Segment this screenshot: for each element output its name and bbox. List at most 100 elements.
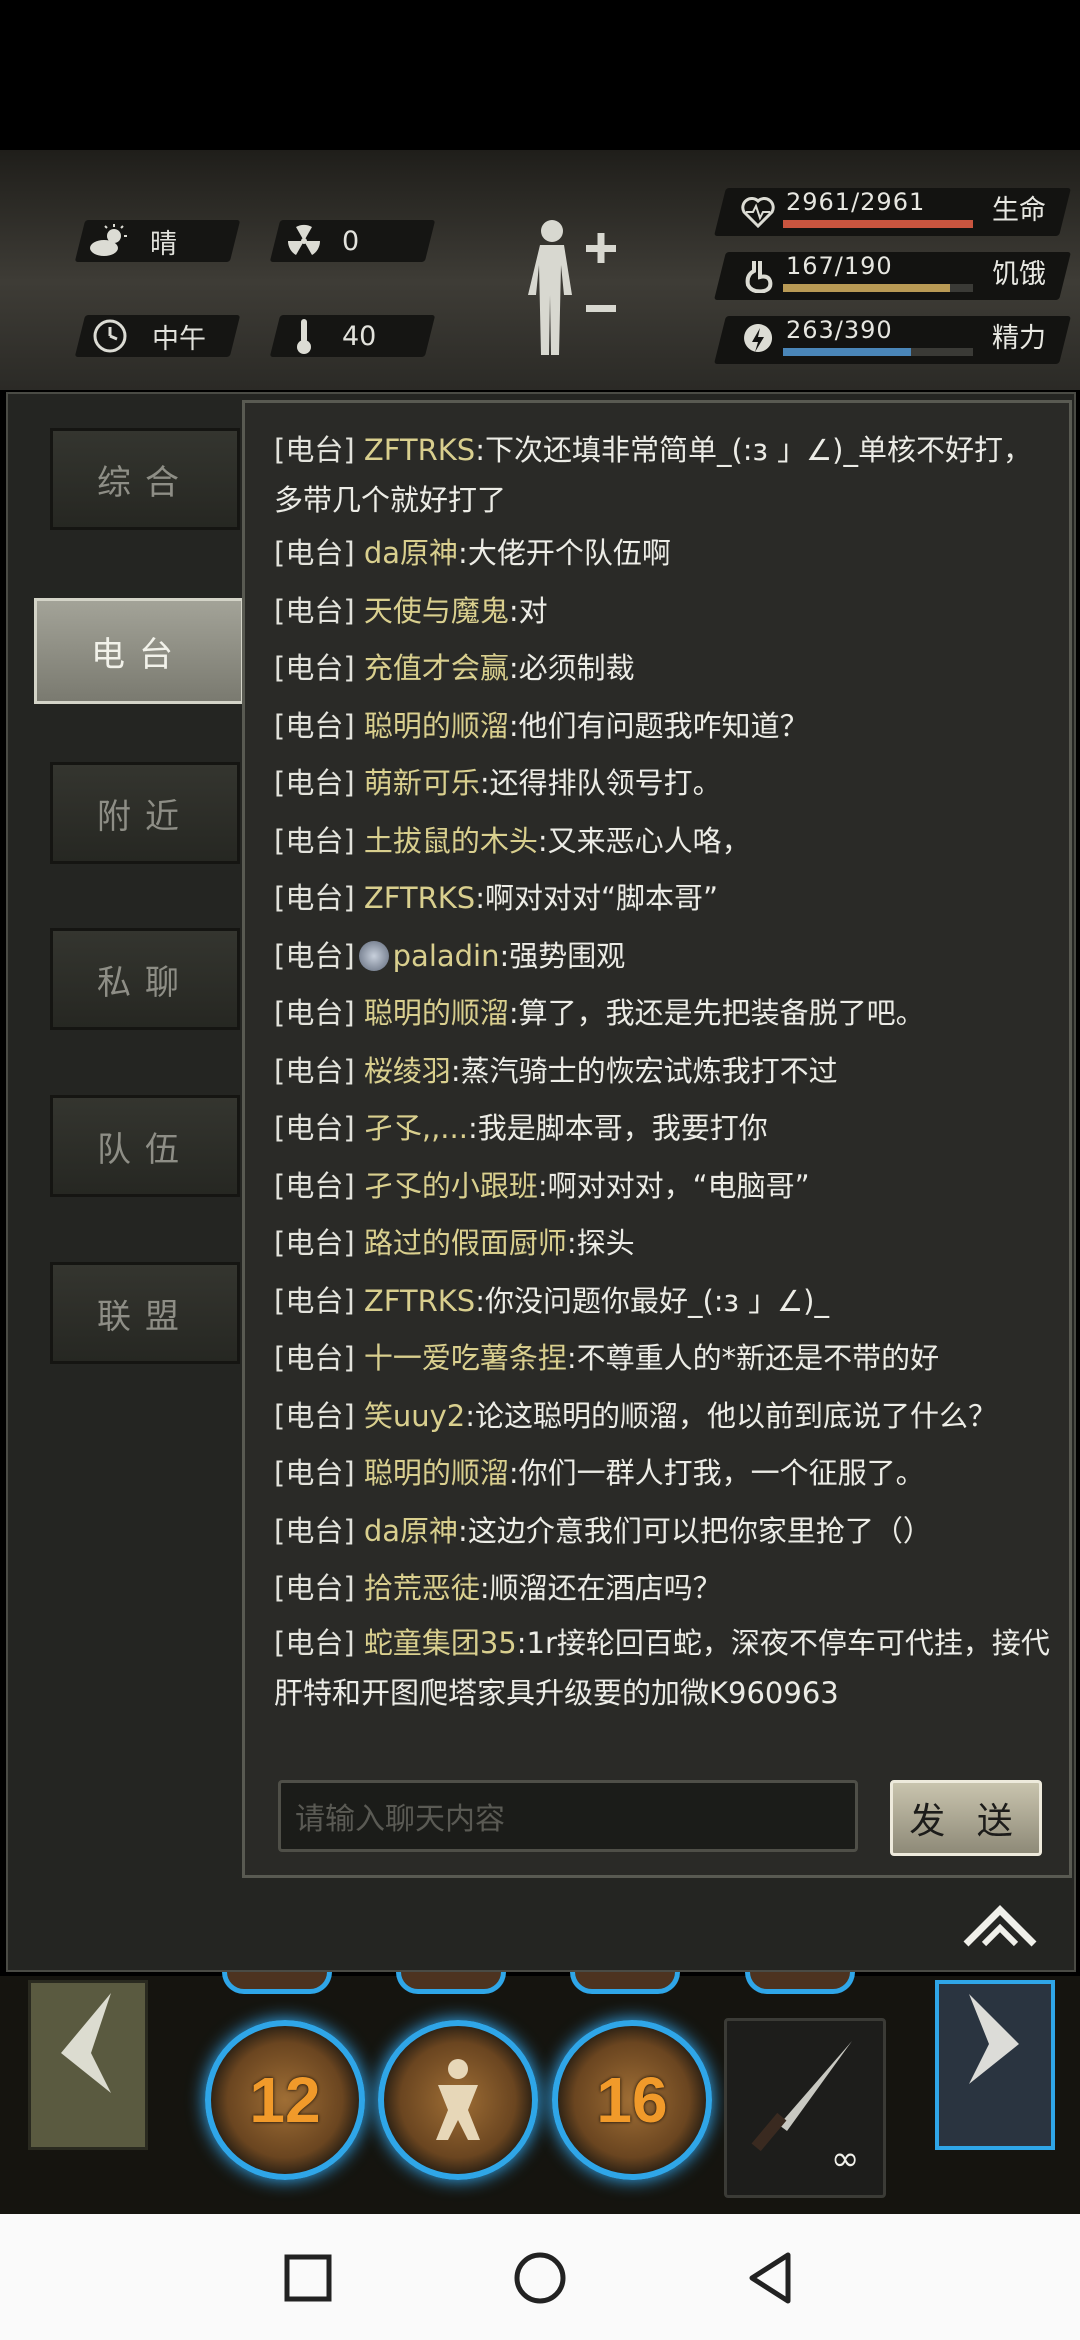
tab-team[interactable]: 队伍 xyxy=(50,1095,240,1197)
chat-sender[interactable]: 聪明的顺溜 xyxy=(364,996,509,1030)
chat-sender[interactable]: da原神 xyxy=(364,536,458,570)
chevron-up-icon xyxy=(963,1905,1037,1947)
chat-sender[interactable]: 充值才会赢 xyxy=(364,651,509,685)
skill-count: 16 xyxy=(596,2064,668,2136)
chat-sender[interactable]: da原神 xyxy=(364,1514,458,1548)
chat-message: [电台] 土拔鼠的木头:又来恶心人咯， xyxy=(274,823,751,858)
radiation-icon xyxy=(284,221,324,261)
tab-nearby[interactable]: 附近 xyxy=(50,762,240,864)
tab-general[interactable]: 综合 xyxy=(50,428,240,530)
skill-run-button[interactable]: 12 xyxy=(205,2020,365,2180)
energy-icon xyxy=(738,320,778,360)
chat-message: [电台] 充值才会赢:必须制裁 xyxy=(274,651,635,685)
triangle-back-icon xyxy=(749,2252,791,2304)
arrow-right-icon xyxy=(969,1994,1019,2084)
skill-slot-partial xyxy=(570,1972,680,1994)
hud: 晴 0 中午 40 2961/2961 生命 167/190 饥饿 263/39… xyxy=(0,150,1080,390)
collapse-button[interactable] xyxy=(960,1900,1040,1950)
health-bar xyxy=(783,220,973,228)
chat-sender[interactable]: 孑孓的小跟班 xyxy=(364,1169,538,1203)
chat-sender[interactable]: ZFTRKS xyxy=(364,881,475,915)
prev-page-button[interactable] xyxy=(28,1980,148,2150)
chat-sender[interactable]: 桜绫羽 xyxy=(364,1054,451,1088)
radiation-value: 0 xyxy=(342,225,360,257)
clock-icon xyxy=(90,316,130,356)
chat-sender[interactable]: 笑uuy2 xyxy=(364,1399,465,1433)
hunger-value: 167/190 xyxy=(786,252,893,280)
vital-hunger: 167/190 饥饿 xyxy=(714,252,1071,302)
chat-sender[interactable]: 聪明的顺溜 xyxy=(364,709,509,743)
body-figure-icon xyxy=(528,220,616,355)
hunger-bar xyxy=(783,284,973,292)
chat-message: [电台] da原神:这边介意我们可以把你家里抢了（） xyxy=(274,1513,932,1548)
chat-message: [电台] 天使与魔鬼:对 xyxy=(274,593,548,628)
chat-message: [电台] paladin:强势围观 xyxy=(274,938,626,973)
chat-message: [电台] 孑孓的小跟班:啊对对对，“电脑哥” xyxy=(274,1168,810,1203)
chat-input-placeholder: 请输入聊天内容 xyxy=(295,1802,505,1837)
chat-message: [电台] 十一爱吃薯条捏:不尊重人的*新还是不带的好 xyxy=(274,1341,940,1375)
chat-message-list: [电台] ZFTRKS:下次还填非常简单_(:з 」∠)_单核不好打，多带几个就… xyxy=(274,425,1054,1718)
skill-slot-partial xyxy=(745,1972,855,1994)
chat-message: [电台] 聪明的顺溜:算了，我还是先把装备脱了吧。 xyxy=(274,996,925,1030)
weapon-durability: ∞ xyxy=(831,2139,860,2179)
skill-fight-button[interactable] xyxy=(378,2020,538,2180)
skill-fight-icon xyxy=(436,2059,480,2140)
chat-sender[interactable]: 萌新可乐 xyxy=(364,766,480,800)
temperature-value: 40 xyxy=(342,320,377,352)
chat-message: [电台] ZFTRKS:下次还填非常简单_(:з 」∠)_单核不好打，多带几个就… xyxy=(274,433,1032,517)
chat-input[interactable]: 请输入聊天内容 xyxy=(278,1780,858,1852)
tab-private[interactable]: 私聊 xyxy=(50,928,240,1030)
vip-badge-icon xyxy=(358,940,389,971)
skill-slot-partial xyxy=(222,1972,332,1994)
arrow-left-icon xyxy=(61,1993,111,2093)
chat-message: [电台] 笑uuy2:论这聪明的顺溜，他以前到底说了什么？ xyxy=(274,1398,998,1433)
chat-sender[interactable]: 聪明的顺溜 xyxy=(364,1456,509,1490)
chat-sender[interactable]: 天使与魔鬼 xyxy=(364,594,509,628)
weapon-slot[interactable]: ∞ xyxy=(724,2018,886,2198)
vital-health: 2961/2961 生命 xyxy=(714,188,1071,238)
weather-text: 晴 xyxy=(150,228,177,260)
chat-message: [电台] 路过的假面厨师:探头 xyxy=(274,1226,635,1260)
chat-sender[interactable]: 路过的假面厨师 xyxy=(364,1226,567,1260)
energy-bar xyxy=(783,348,973,356)
chat-message: [电台] 桜绫羽:蒸汽骑士的恢宏试炼我打不过 xyxy=(274,1053,838,1088)
energy-label: 精力 xyxy=(992,323,1046,354)
square-icon xyxy=(284,2254,332,2302)
home-button[interactable] xyxy=(510,2248,570,2308)
chat-sender[interactable]: ZFTRKS xyxy=(364,433,475,467)
chat-sender[interactable]: 十一爱吃薯条捏 xyxy=(364,1341,567,1375)
next-page-button[interactable] xyxy=(935,1980,1055,2150)
thermometer-icon xyxy=(284,316,324,356)
weather-sunny-icon xyxy=(88,221,128,261)
chat-message: [电台] 蛇童集团35:1r接轮回百蛇，深夜不停车可代挂，接代肝特和开图爬塔家具… xyxy=(274,1625,1050,1710)
tab-alliance[interactable]: 联盟 xyxy=(50,1262,240,1364)
chat-sender[interactable]: 土拔鼠的木头 xyxy=(364,824,538,858)
send-button[interactable]: 发 送 xyxy=(890,1780,1042,1856)
energy-value: 263/390 xyxy=(786,316,893,344)
stomach-icon xyxy=(738,256,778,296)
chat-message: [电台] da原神:大佬开个队伍啊 xyxy=(274,536,671,570)
vital-energy: 263/390 精力 xyxy=(714,316,1071,366)
status-bar xyxy=(0,0,1080,150)
chat-message: [电台] 聪明的顺溜:他们有问题我咋知道？ xyxy=(274,708,809,743)
skill-heal-button[interactable]: 16 xyxy=(552,2020,712,2180)
recent-apps-button[interactable] xyxy=(278,2248,338,2308)
chat-sender[interactable]: 蛇童集团35 xyxy=(364,1626,517,1660)
health-value: 2961/2961 xyxy=(786,188,926,216)
health-label: 生命 xyxy=(992,195,1046,226)
skill-slot-partial xyxy=(396,1972,506,1994)
chat-sender[interactable]: ZFTRKS xyxy=(364,1284,475,1318)
chat-sender[interactable]: 拾荒恶徒 xyxy=(364,1571,480,1605)
tab-radio[interactable]: 电台 xyxy=(34,598,244,704)
machete-icon xyxy=(751,2041,852,2152)
circle-icon xyxy=(514,2252,566,2304)
body-status-button[interactable] xyxy=(520,215,630,365)
chat-message: [电台] 拾荒恶徒:顺溜还在酒店吗？ xyxy=(274,1571,722,1605)
chat-message: [电台] 萌新可乐:还得排队领号打。 xyxy=(274,766,722,800)
chat-sender[interactable]: 孑孓,,... xyxy=(364,1111,468,1145)
hunger-label: 饥饿 xyxy=(992,259,1046,290)
chat-sender[interactable]: paladin xyxy=(393,939,500,973)
skill-count: 12 xyxy=(249,2064,321,2136)
action-bar xyxy=(0,1976,1080,2214)
back-button[interactable] xyxy=(742,2248,802,2308)
